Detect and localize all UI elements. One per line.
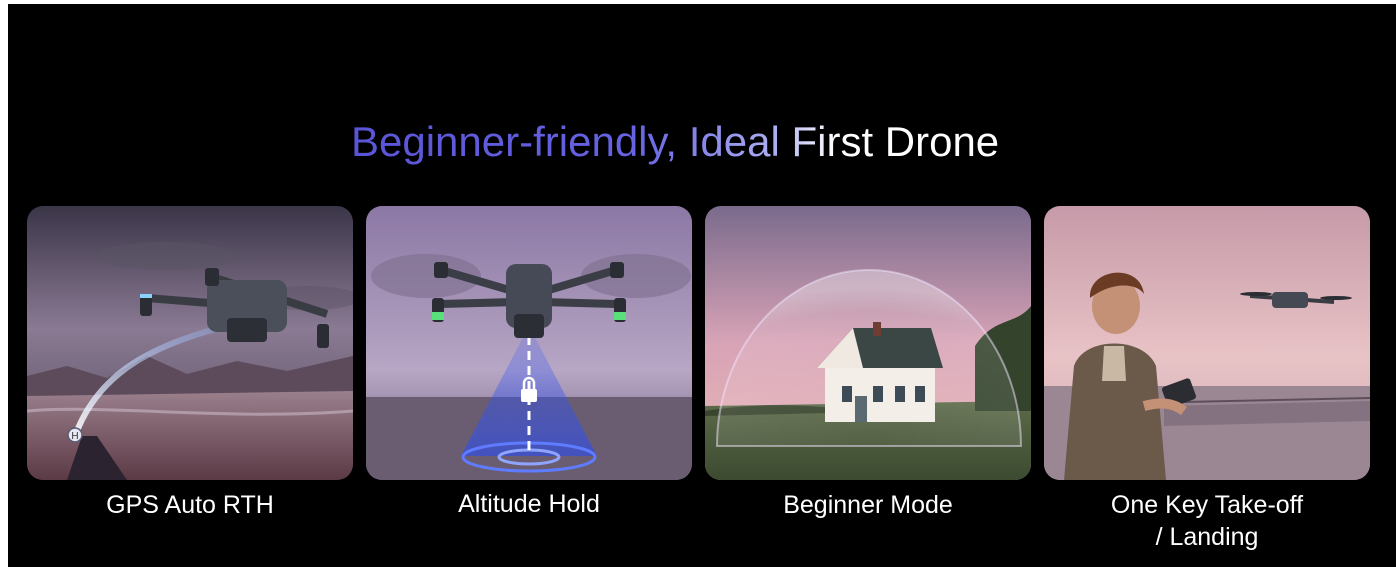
- feature-label-altitude-hold: Altitude Hold: [458, 490, 600, 518]
- feature-label-line-2: / Landing: [1155, 523, 1259, 551]
- gps-rth-image: H: [27, 206, 353, 480]
- feature-card-altitude-hold: [366, 206, 692, 480]
- feature-label-line-1: One Key Take-off: [1110, 491, 1304, 519]
- page-frame: Beginner-friendly, Ideal First Drone H G…: [0, 0, 1396, 567]
- feature-card-gps-rth: H: [27, 206, 353, 480]
- beginner-mode-image: [705, 206, 1031, 480]
- feature-card-beginner-mode: [705, 206, 1031, 480]
- feature-label-gps-rth: GPS Auto RTH: [106, 491, 274, 519]
- home-marker-icon: H: [71, 431, 78, 442]
- altitude-hold-image: [366, 206, 692, 480]
- feature-card-one-key-takeoff: [1044, 206, 1370, 480]
- feature-label-one-key-takeoff: One Key Take-off / Landing: [1044, 489, 1370, 553]
- one-key-takeoff-image: [1044, 206, 1370, 480]
- feature-label-beginner-mode: Beginner Mode: [783, 491, 953, 519]
- headline-wrap: Beginner-friendly, Ideal First Drone: [351, 118, 1063, 170]
- page-title: Beginner-friendly, Ideal First Drone: [351, 118, 1063, 166]
